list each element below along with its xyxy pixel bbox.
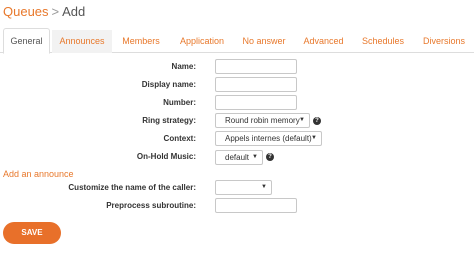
number-label: Number: <box>163 98 196 107</box>
tab-schedules[interactable]: Schedules <box>356 30 410 53</box>
ring-strategy-value: Round robin memory <box>225 116 300 125</box>
caller-name-select[interactable]: ▼ <box>215 180 272 195</box>
chevron-down-icon: ▼ <box>299 117 305 123</box>
tab-general[interactable]: General <box>3 28 50 54</box>
tab-members[interactable]: Members <box>116 30 166 53</box>
breadcrumb-separator: > <box>51 4 60 19</box>
tab-application[interactable]: Application <box>172 30 232 53</box>
ring-strategy-select[interactable]: Round robin memory ▼ <box>215 113 310 128</box>
context-value: Appels internes (default) <box>225 134 312 143</box>
breadcrumb: Queues > Add <box>3 2 85 22</box>
number-input[interactable] <box>215 95 297 110</box>
ring-strategy-label: Ring strategy: <box>142 116 196 125</box>
chevron-down-icon: ▼ <box>261 184 267 190</box>
chevron-down-icon: ▼ <box>311 135 317 141</box>
display-name-input[interactable] <box>215 77 297 92</box>
save-button[interactable]: SAVE <box>3 222 61 244</box>
chevron-down-icon: ▼ <box>252 154 258 160</box>
preprocess-input[interactable] <box>215 198 297 213</box>
tab-diversions[interactable]: Diversions <box>417 30 471 53</box>
question-circle-icon[interactable]: ? <box>313 117 321 125</box>
name-label: Name: <box>171 62 196 71</box>
caller-name-label: Customize the name of the caller: <box>68 183 196 192</box>
on-hold-music-value: default <box>225 153 250 162</box>
context-select[interactable]: Appels internes (default) ▼ <box>215 131 322 146</box>
question-circle-icon[interactable]: ? <box>266 153 274 161</box>
on-hold-music-label: On-Hold Music: <box>136 152 196 161</box>
name-input[interactable] <box>215 59 297 74</box>
tab-announces[interactable]: Announces <box>52 30 112 53</box>
on-hold-music-select[interactable]: default ▼ <box>215 150 263 165</box>
add-announce-link[interactable]: Add an announce <box>3 168 74 180</box>
context-label: Context: <box>163 134 196 143</box>
tab-no-answer[interactable]: No answer <box>238 30 290 53</box>
tab-bar: General Announces Members Application No… <box>0 28 474 54</box>
breadcrumb-current: Add <box>62 4 86 19</box>
breadcrumb-queues-link[interactable]: Queues <box>3 4 49 19</box>
display-name-label: Display name: <box>141 80 196 89</box>
preprocess-label: Preprocess subroutine: <box>106 201 196 210</box>
tab-advanced[interactable]: Advanced <box>296 30 351 53</box>
